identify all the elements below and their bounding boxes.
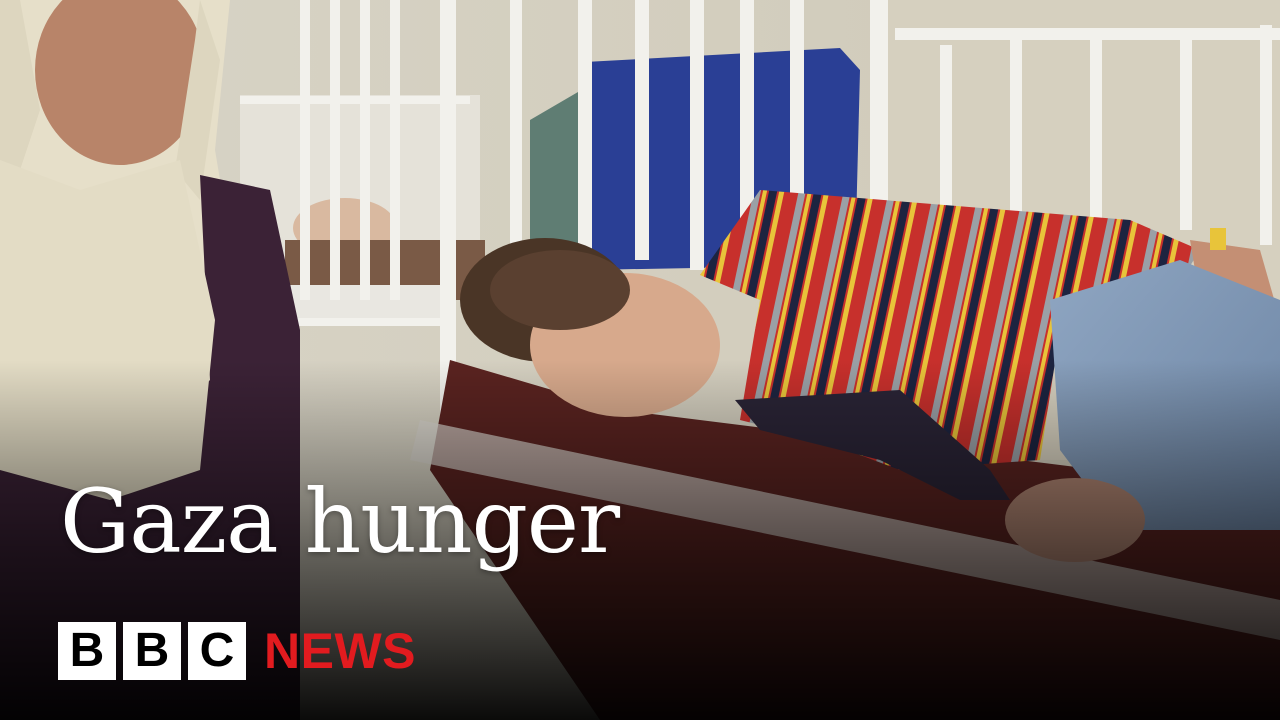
photo-scene (0, 0, 1280, 720)
video-thumbnail[interactable]: Gaza hunger B B C NEWS (0, 0, 1280, 720)
news-wordmark: NEWS (264, 623, 416, 679)
bbc-letter-block: C (188, 622, 246, 680)
bbc-logo-blocks: B B C (58, 622, 246, 680)
bbc-letter-block: B (58, 622, 116, 680)
headline-title: Gaza hunger (60, 470, 620, 573)
bbc-letter-block: B (123, 622, 181, 680)
bbc-news-logo: B B C NEWS (58, 622, 416, 680)
